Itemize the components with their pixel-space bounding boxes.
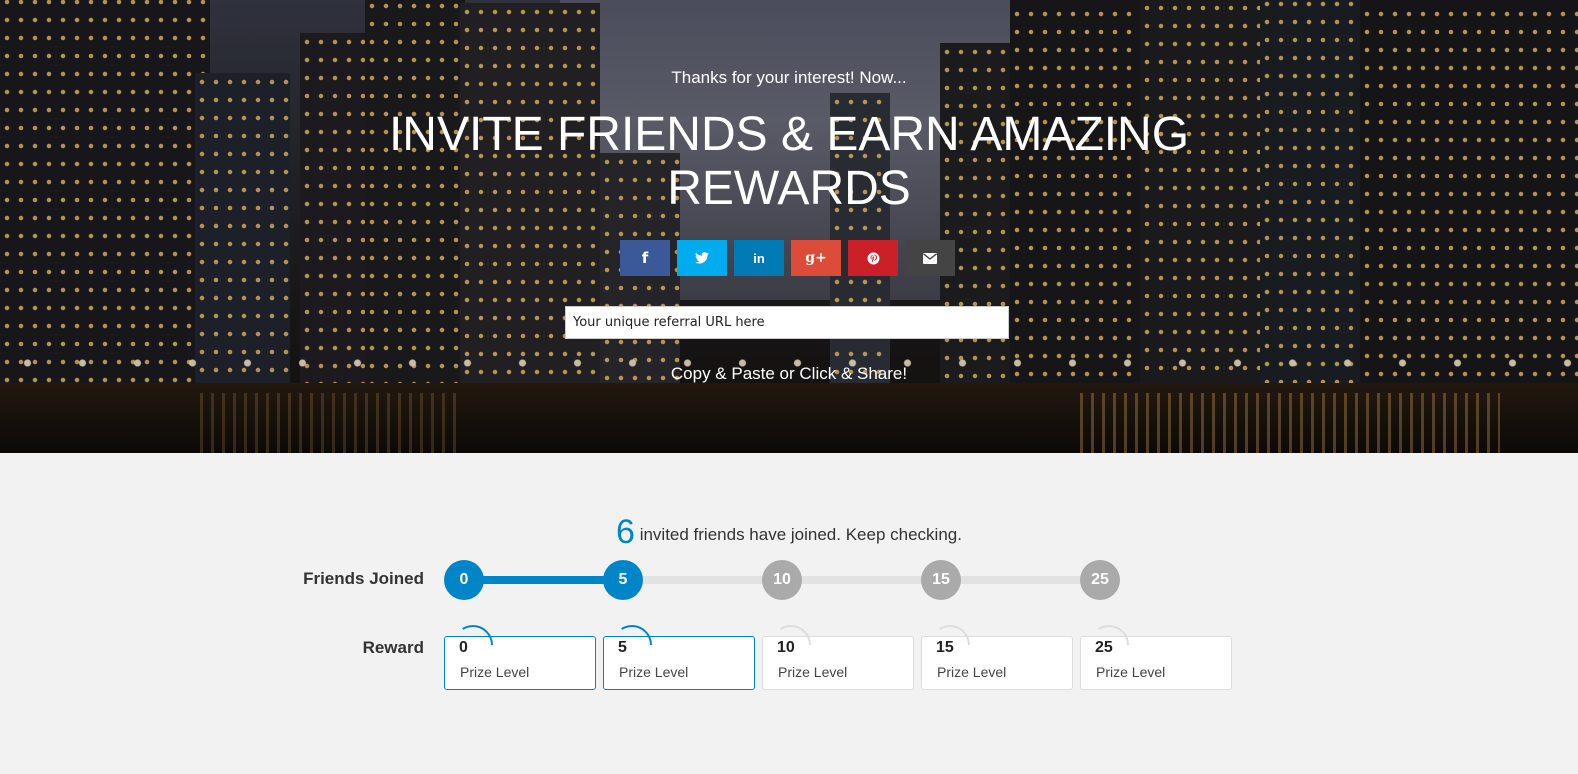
prize-level-number: 0 — [459, 639, 468, 656]
joined-count: 6 — [616, 513, 635, 551]
prize-level-label: Prize Level — [619, 664, 689, 680]
share-linkedin-button[interactable]: in — [734, 240, 784, 276]
step-marker: 0 — [444, 560, 484, 600]
share-twitter-button[interactable] — [677, 240, 727, 276]
hero-banner: Thanks for your interest! Now... INVITE … — [0, 0, 1578, 453]
envelope-icon — [923, 252, 937, 264]
share-email-button[interactable] — [905, 240, 955, 276]
step-marker: 25 — [1080, 560, 1120, 600]
step-marker: 10 — [762, 560, 802, 600]
share-pinterest-button[interactable] — [848, 240, 898, 276]
prize-level-number: 5 — [618, 639, 627, 656]
linkedin-icon: in — [753, 250, 765, 266]
google-plus-icon: g+ — [805, 250, 827, 266]
prize-card[interactable]: 15 Prize Level — [921, 636, 1073, 690]
hero-content: Thanks for your interest! Now... INVITE … — [0, 0, 1578, 453]
prize-card[interactable]: 5 Prize Level — [603, 636, 755, 690]
hero-headline: INVITE FRIENDS & EARN AMAZING REWARDS — [388, 108, 1190, 215]
joined-text: invited friends have joined. Keep checki… — [639, 525, 962, 544]
share-buttons: f in g+ — [620, 240, 955, 276]
friends-joined-label: Friends Joined — [303, 569, 424, 588]
prize-level-number: 25 — [1095, 639, 1113, 656]
prize-card[interactable]: 25 Prize Level — [1080, 636, 1232, 690]
referral-url-input[interactable] — [565, 306, 1009, 339]
progress-fill — [464, 576, 623, 584]
step-marker: 5 — [603, 560, 643, 600]
joined-summary: 6 invited friends have joined. Keep chec… — [0, 513, 1578, 552]
progress-section: 6 invited friends have joined. Keep chec… — [0, 453, 1578, 774]
prize-level-label: Prize Level — [1096, 664, 1166, 680]
prize-card[interactable]: 10 Prize Level — [762, 636, 914, 690]
facebook-icon: f — [641, 249, 649, 267]
hero-subhead: Thanks for your interest! Now... — [671, 68, 907, 87]
share-facebook-button[interactable]: f — [620, 240, 670, 276]
prize-level-number: 15 — [936, 639, 954, 656]
share-google-plus-button[interactable]: g+ — [791, 240, 841, 276]
prize-card[interactable]: 0 Prize Level — [444, 636, 596, 690]
copy-share-hint: Copy & Paste or Click & Share! — [670, 364, 908, 383]
reward-label: Reward — [362, 638, 424, 657]
step-marker: 15 — [921, 560, 961, 600]
prize-level-label: Prize Level — [937, 664, 1007, 680]
prize-level-number: 10 — [777, 639, 795, 656]
prize-level-label: Prize Level — [460, 664, 530, 680]
pinterest-icon — [867, 252, 880, 265]
twitter-icon — [695, 252, 709, 264]
prize-level-label: Prize Level — [778, 664, 848, 680]
